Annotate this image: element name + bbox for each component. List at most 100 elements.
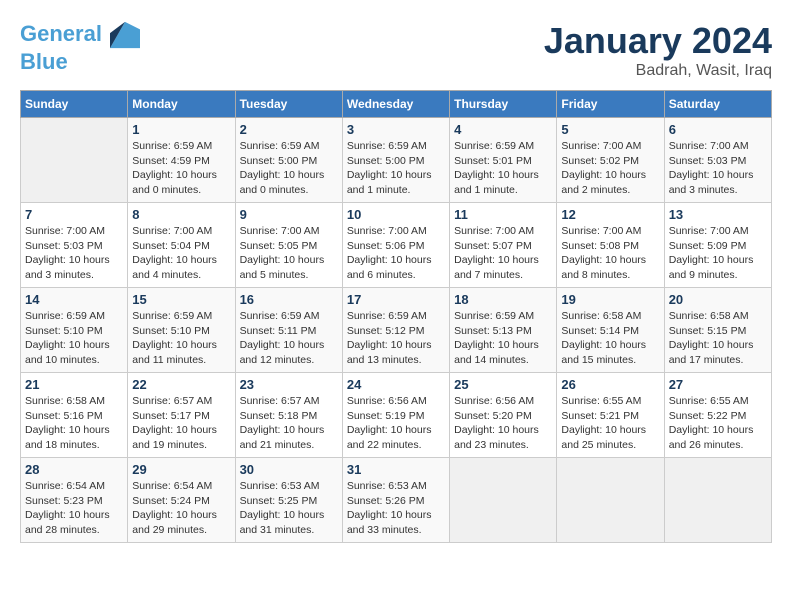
calendar-table: SundayMondayTuesdayWednesdayThursdayFrid… — [20, 90, 772, 543]
calendar-cell: 14Sunrise: 6:59 AM Sunset: 5:10 PM Dayli… — [21, 288, 128, 373]
day-number: 8 — [132, 207, 230, 222]
day-info: Sunrise: 6:54 AM Sunset: 5:24 PM Dayligh… — [132, 479, 230, 538]
day-number: 14 — [25, 292, 123, 307]
calendar-cell: 3 Sunrise: 6:59 AM Sunset: 5:00 PM Daylig… — [342, 118, 449, 203]
day-number: 7 — [25, 207, 123, 222]
day-number: 26 — [561, 377, 659, 392]
calendar-subtitle: Badrah, Wasit, Iraq — [544, 62, 772, 80]
header-wednesday: Wednesday — [342, 91, 449, 118]
day-info: Sunrise: 6:59 AM Sunset: 5:13 PM Dayligh… — [454, 309, 552, 368]
calendar-cell: 27Sunrise: 6:55 AM Sunset: 5:22 PM Dayli… — [664, 373, 771, 458]
day-number: 28 — [25, 462, 123, 477]
day-number: 13 — [669, 207, 767, 222]
header-thursday: Thursday — [450, 91, 557, 118]
calendar-cell: 18 Sunrise: 6:59 AM Sunset: 5:13 PM Dayli… — [450, 288, 557, 373]
day-info: Sunrise: 7:00 AM Sunset: 5:02 PM Dayligh… — [561, 139, 659, 198]
day-number: 9 — [240, 207, 338, 222]
day-info: Sunrise: 7:00 AM Sunset: 5:05 PM Dayligh… — [240, 224, 338, 283]
day-number: 16 — [240, 292, 338, 307]
header-monday: Monday — [128, 91, 235, 118]
day-number: 1 — [132, 122, 230, 137]
day-number: 6 — [669, 122, 767, 137]
day-info: Sunrise: 7:00 AM Sunset: 5:06 PM Dayligh… — [347, 224, 445, 283]
day-number: 2 — [240, 122, 338, 137]
calendar-cell — [21, 118, 128, 203]
day-info: Sunrise: 6:55 AM Sunset: 5:21 PM Dayligh… — [561, 394, 659, 453]
day-info: Sunrise: 7:00 AM Sunset: 5:07 PM Dayligh… — [454, 224, 552, 283]
day-number: 15 — [132, 292, 230, 307]
day-number: 18 — [454, 292, 552, 307]
week-row-2: 7 Sunrise: 7:00 AM Sunset: 5:03 PM Daylig… — [21, 203, 772, 288]
calendar-cell: 5Sunrise: 7:00 AM Sunset: 5:02 PM Daylig… — [557, 118, 664, 203]
day-number: 29 — [132, 462, 230, 477]
day-info: Sunrise: 6:58 AM Sunset: 5:14 PM Dayligh… — [561, 309, 659, 368]
day-info: Sunrise: 6:58 AM Sunset: 5:15 PM Dayligh… — [669, 309, 767, 368]
day-number: 22 — [132, 377, 230, 392]
day-info: Sunrise: 6:58 AM Sunset: 5:16 PM Dayligh… — [25, 394, 123, 453]
day-info: Sunrise: 6:59 AM Sunset: 5:11 PM Dayligh… — [240, 309, 338, 368]
calendar-cell: 8 Sunrise: 7:00 AM Sunset: 5:04 PM Daylig… — [128, 203, 235, 288]
day-info: Sunrise: 6:57 AM Sunset: 5:18 PM Dayligh… — [240, 394, 338, 453]
day-number: 3 — [347, 122, 445, 137]
header-friday: Friday — [557, 91, 664, 118]
day-info: Sunrise: 6:53 AM Sunset: 5:26 PM Dayligh… — [347, 479, 445, 538]
calendar-cell: 23 Sunrise: 6:57 AM Sunset: 5:18 PM Dayli… — [235, 373, 342, 458]
header-tuesday: Tuesday — [235, 91, 342, 118]
day-number: 31 — [347, 462, 445, 477]
calendar-title: January 2024 — [544, 20, 772, 62]
calendar-cell: 20 Sunrise: 6:58 AM Sunset: 5:15 PM Dayli… — [664, 288, 771, 373]
day-number: 20 — [669, 292, 767, 307]
day-info: Sunrise: 6:59 AM Sunset: 5:00 PM Dayligh… — [347, 139, 445, 198]
calendar-cell: 17 Sunrise: 6:59 AM Sunset: 5:12 PM Dayli… — [342, 288, 449, 373]
calendar-cell: 19 Sunrise: 6:58 AM Sunset: 5:14 PM Dayli… — [557, 288, 664, 373]
day-info: Sunrise: 6:59 AM Sunset: 5:12 PM Dayligh… — [347, 309, 445, 368]
calendar-cell: 9 Sunrise: 7:00 AM Sunset: 5:05 PM Daylig… — [235, 203, 342, 288]
calendar-cell: 16 Sunrise: 6:59 AM Sunset: 5:11 PM Dayli… — [235, 288, 342, 373]
calendar-cell: 6 Sunrise: 7:00 AM Sunset: 5:03 PM Daylig… — [664, 118, 771, 203]
header-sunday: Sunday — [21, 91, 128, 118]
calendar-cell: 10Sunrise: 7:00 AM Sunset: 5:06 PM Dayli… — [342, 203, 449, 288]
day-info: Sunrise: 7:00 AM Sunset: 5:09 PM Dayligh… — [669, 224, 767, 283]
logo-text: General — [20, 20, 140, 50]
week-row-1: 1 Sunrise: 6:59 AM Sunset: 4:59 PM Daylig… — [21, 118, 772, 203]
calendar-cell: 13 Sunrise: 7:00 AM Sunset: 5:09 PM Dayli… — [664, 203, 771, 288]
calendar-cell: 15Sunrise: 6:59 AM Sunset: 5:10 PM Dayli… — [128, 288, 235, 373]
calendar-cell — [557, 458, 664, 543]
title-section: January 2024 Badrah, Wasit, Iraq — [544, 20, 772, 80]
day-number: 30 — [240, 462, 338, 477]
logo-blue: Blue — [20, 50, 140, 74]
logo-general: General — [20, 21, 102, 46]
day-info: Sunrise: 7:00 AM Sunset: 5:04 PM Dayligh… — [132, 224, 230, 283]
calendar-cell: 29 Sunrise: 6:54 AM Sunset: 5:24 PM Dayli… — [128, 458, 235, 543]
calendar-cell: 2 Sunrise: 6:59 AM Sunset: 5:00 PM Daylig… — [235, 118, 342, 203]
calendar-cell: 11 Sunrise: 7:00 AM Sunset: 5:07 PM Dayli… — [450, 203, 557, 288]
calendar-cell: 21 Sunrise: 6:58 AM Sunset: 5:16 PM Dayli… — [21, 373, 128, 458]
day-info: Sunrise: 6:59 AM Sunset: 5:00 PM Dayligh… — [240, 139, 338, 198]
calendar-cell: 1 Sunrise: 6:59 AM Sunset: 4:59 PM Daylig… — [128, 118, 235, 203]
day-info: Sunrise: 7:00 AM Sunset: 5:08 PM Dayligh… — [561, 224, 659, 283]
day-number: 11 — [454, 207, 552, 222]
day-number: 27 — [669, 377, 767, 392]
day-info: Sunrise: 6:56 AM Sunset: 5:19 PM Dayligh… — [347, 394, 445, 453]
day-info: Sunrise: 6:59 AM Sunset: 5:01 PM Dayligh… — [454, 139, 552, 198]
day-number: 21 — [25, 377, 123, 392]
calendar-cell — [450, 458, 557, 543]
day-number: 17 — [347, 292, 445, 307]
day-number: 4 — [454, 122, 552, 137]
calendar-cell: 7 Sunrise: 7:00 AM Sunset: 5:03 PM Daylig… — [21, 203, 128, 288]
week-row-3: 14Sunrise: 6:59 AM Sunset: 5:10 PM Dayli… — [21, 288, 772, 373]
day-info: Sunrise: 7:00 AM Sunset: 5:03 PM Dayligh… — [25, 224, 123, 283]
day-number: 24 — [347, 377, 445, 392]
day-info: Sunrise: 6:54 AM Sunset: 5:23 PM Dayligh… — [25, 479, 123, 538]
week-row-4: 21 Sunrise: 6:58 AM Sunset: 5:16 PM Dayli… — [21, 373, 772, 458]
day-number: 23 — [240, 377, 338, 392]
day-info: Sunrise: 6:59 AM Sunset: 4:59 PM Dayligh… — [132, 139, 230, 198]
day-info: Sunrise: 6:56 AM Sunset: 5:20 PM Dayligh… — [454, 394, 552, 453]
calendar-cell — [664, 458, 771, 543]
page-header: General Blue January 2024 Badrah, Wasit,… — [20, 20, 772, 80]
day-number: 19 — [561, 292, 659, 307]
calendar-cell: 22Sunrise: 6:57 AM Sunset: 5:17 PM Dayli… — [128, 373, 235, 458]
day-info: Sunrise: 7:00 AM Sunset: 5:03 PM Dayligh… — [669, 139, 767, 198]
logo: General Blue — [20, 20, 140, 74]
week-row-5: 28 Sunrise: 6:54 AM Sunset: 5:23 PM Dayli… — [21, 458, 772, 543]
